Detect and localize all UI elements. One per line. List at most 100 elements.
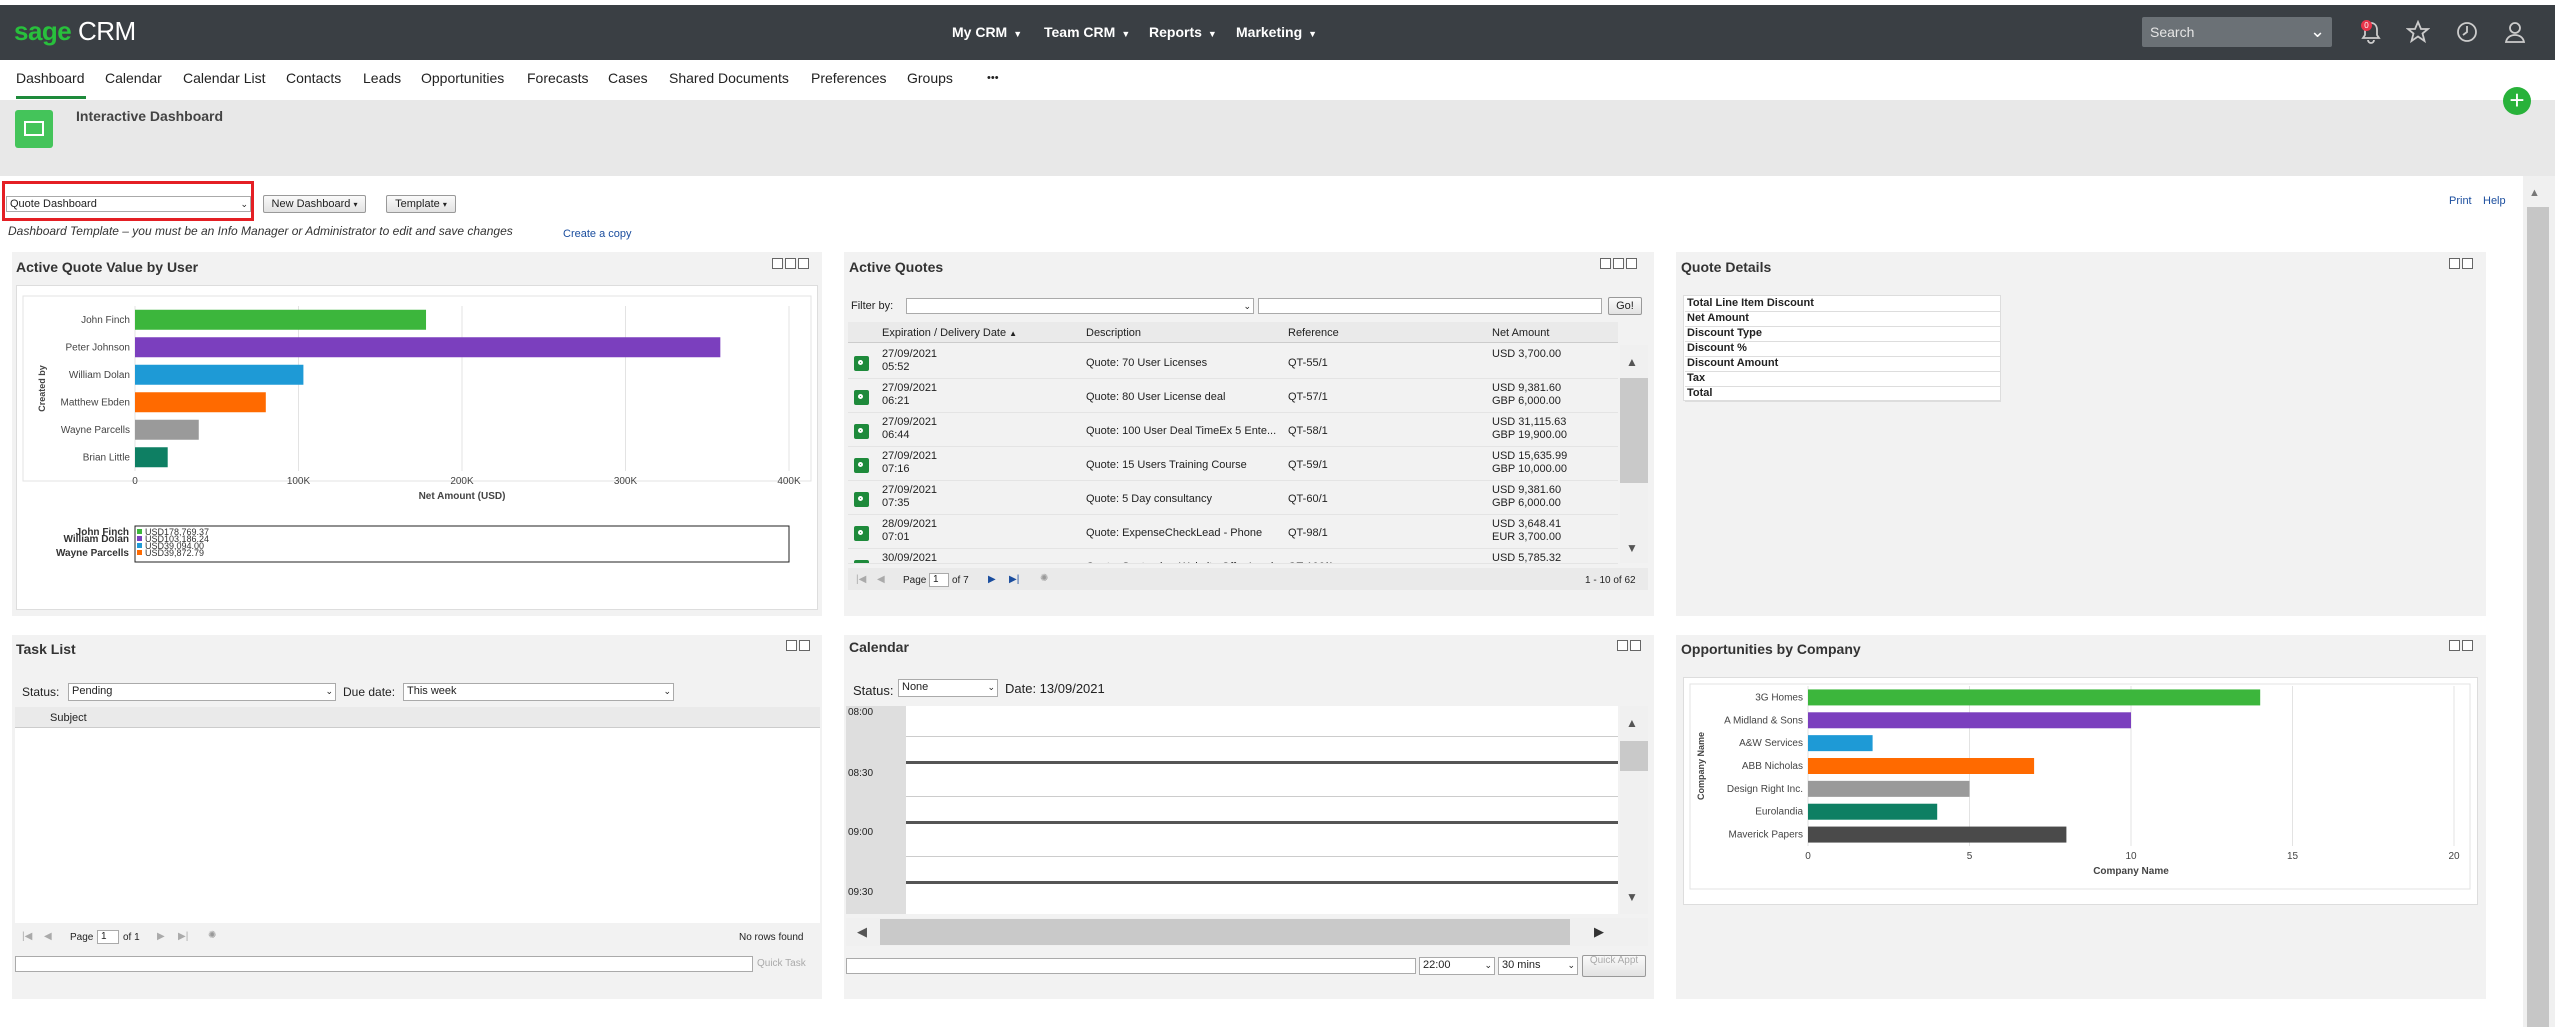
scroll-left-icon[interactable]: ◀ — [857, 924, 867, 940]
col-expiration[interactable]: Expiration / Delivery Date ▲ — [882, 327, 1017, 339]
tab-contacts[interactable]: Contacts — [286, 70, 341, 86]
cal-vscroll[interactable] — [1620, 706, 1648, 914]
add-button[interactable]: + — [2503, 87, 2531, 115]
panel-collapse-icon[interactable] — [785, 258, 796, 270]
panel-maximize-icon[interactable] — [2462, 258, 2473, 270]
user-icon[interactable] — [2502, 20, 2528, 50]
appt-time-select[interactable]: 22:00 ⌄ — [1419, 957, 1495, 975]
pager-prev-icon[interactable]: ◀ — [44, 931, 52, 942]
new-dashboard-button[interactable]: New Dashboard ▾ — [263, 195, 366, 213]
pager-first-icon[interactable]: |◀ — [856, 574, 866, 585]
tab-groups[interactable]: Groups — [907, 70, 953, 86]
cal-status-select[interactable]: None ⌄ — [898, 679, 998, 697]
print-link[interactable]: Print — [2449, 195, 2472, 207]
appt-duration-select[interactable]: 30 mins ⌄ — [1498, 957, 1578, 975]
quote-row[interactable]: 27/09/2021 05:52 Quote: 70 User Licenses QT… — [848, 345, 1618, 379]
scroll-down-icon[interactable]: ▼ — [1626, 541, 1638, 555]
chevron-down-icon[interactable]: ⌄ — [2310, 21, 2325, 42]
help-link[interactable]: Help — [2483, 195, 2506, 207]
quote-icon[interactable] — [854, 390, 869, 405]
pager-last-icon[interactable]: ▶| — [1009, 574, 1019, 585]
col-net-amount[interactable]: Net Amount — [1492, 327, 1549, 339]
pager-last-icon[interactable]: ▶| — [178, 931, 188, 942]
scroll-down-icon[interactable]: ▼ — [1626, 890, 1638, 904]
panel-maximize-icon[interactable] — [2462, 640, 2473, 652]
quote-row[interactable]: 27/09/2021 06:44 Quote: 100 User Deal Time… — [848, 413, 1618, 447]
panel-collapse-icon[interactable] — [2449, 258, 2460, 270]
dashboard-select[interactable]: Quote Dashboard ⌄ — [6, 196, 251, 212]
quote-row[interactable]: 27/09/2021 07:16 Quote: 15 Users Training … — [848, 447, 1618, 481]
pager-page-input[interactable]: 1 — [929, 573, 949, 587]
panel-maximize-icon[interactable] — [1630, 640, 1641, 652]
quick-appt-input[interactable] — [846, 958, 1416, 974]
quote-icon[interactable] — [854, 560, 869, 563]
task-status-select[interactable]: Pending ⌄ — [68, 683, 336, 701]
scroll-up-icon[interactable]: ▲ — [2529, 187, 2540, 199]
template-button[interactable]: Template ▾ — [386, 195, 456, 213]
tab-cases[interactable]: Cases — [608, 70, 648, 86]
go-button[interactable]: Go! — [1608, 297, 1642, 315]
panel-maximize-icon[interactable] — [798, 258, 809, 270]
quote-icon[interactable] — [854, 356, 869, 371]
scroll-up-icon[interactable]: ▲ — [1626, 716, 1638, 730]
cal-vscroll-thumb[interactable] — [1620, 741, 1648, 771]
filter-select[interactable]: ⌄ — [906, 298, 1254, 314]
create-copy-link[interactable]: Create a copy — [563, 228, 631, 240]
pager-next-icon[interactable]: ▶ — [157, 931, 165, 942]
panel-expand-icon[interactable] — [1600, 258, 1611, 270]
tab-dashboard[interactable]: Dashboard — [16, 70, 85, 86]
cal-hscroll-thumb[interactable] — [880, 919, 1570, 945]
filter-input[interactable] — [1258, 298, 1602, 314]
quote-row[interactable]: 27/09/2021 07:35 Quote: 5 Day consultancy Q… — [848, 481, 1618, 515]
panel-collapse-icon[interactable] — [2449, 640, 2460, 652]
panel-controls[interactable] — [2447, 640, 2473, 652]
page-scrollbar-thumb[interactable] — [2527, 207, 2549, 1027]
scroll-right-icon[interactable]: ▶ — [1594, 924, 1604, 940]
topnav-marketing[interactable]: Marketing ▼ — [1236, 24, 1317, 40]
quick-appt-button[interactable]: Quick Appt — [1582, 955, 1646, 977]
more-tabs-icon[interactable]: ••• — [987, 72, 999, 84]
panel-controls[interactable] — [1598, 258, 1637, 270]
pager-prev-icon[interactable]: ◀ — [877, 574, 885, 585]
tab-opportunities[interactable]: Opportunities — [421, 70, 504, 86]
panel-controls[interactable] — [770, 258, 809, 270]
quote-icon[interactable] — [854, 424, 869, 439]
col-subject[interactable]: Subject — [50, 712, 87, 724]
pager-page-input[interactable]: 1 — [97, 930, 119, 944]
quotes-scrollbar-thumb[interactable] — [1620, 378, 1648, 483]
panel-controls[interactable] — [1615, 640, 1641, 652]
refresh-icon[interactable]: ✺ — [1040, 573, 1048, 584]
panel-collapse-icon[interactable] — [786, 640, 797, 652]
pager-first-icon[interactable]: |◀ — [22, 931, 32, 942]
tab-calendar[interactable]: Calendar — [105, 70, 162, 86]
quote-row[interactable]: 27/09/2021 06:21 Quote: 80 User License de… — [848, 379, 1618, 413]
scroll-up-icon[interactable]: ▲ — [1626, 355, 1638, 369]
refresh-icon[interactable]: ✺ — [208, 930, 216, 941]
tab-calendar-list[interactable]: Calendar List — [183, 70, 266, 86]
quick-task-input[interactable] — [15, 956, 753, 972]
panel-maximize-icon[interactable] — [1626, 258, 1637, 270]
topnav-team-crm[interactable]: Team CRM ▼ — [1044, 24, 1130, 40]
app-logo[interactable]: sage CRM — [14, 16, 136, 47]
tab-forecasts[interactable]: Forecasts — [527, 70, 588, 86]
panel-controls[interactable] — [2447, 258, 2473, 270]
topnav-reports[interactable]: Reports ▼ — [1149, 24, 1217, 40]
due-date-select[interactable]: This week ⌄ — [403, 683, 674, 701]
tab-preferences[interactable]: Preferences — [811, 70, 886, 86]
quote-row[interactable]: 30/09/2021 Quote: September Website Offer… — [848, 549, 1618, 564]
star-icon[interactable] — [2405, 19, 2431, 50]
panel-collapse-icon[interactable] — [1617, 640, 1628, 652]
panel-controls[interactable] — [784, 640, 810, 652]
tab-leads[interactable]: Leads — [363, 70, 401, 86]
col-description[interactable]: Description — [1086, 327, 1141, 339]
quote-icon[interactable] — [854, 458, 869, 473]
panel-collapse-icon[interactable] — [1613, 258, 1624, 270]
topnav-my-crm[interactable]: My CRM ▼ — [952, 24, 1022, 40]
clock-icon[interactable] — [2454, 20, 2480, 50]
panel-expand-icon[interactable] — [772, 258, 783, 270]
quote-row[interactable]: 28/09/2021 07:01 Quote: ExpenseCheckLead -… — [848, 515, 1618, 549]
pager-next-icon[interactable]: ▶ — [988, 574, 996, 585]
col-reference[interactable]: Reference — [1288, 327, 1339, 339]
search-input[interactable]: Search ⌄ — [2142, 17, 2332, 47]
quote-icon[interactable] — [854, 492, 869, 507]
